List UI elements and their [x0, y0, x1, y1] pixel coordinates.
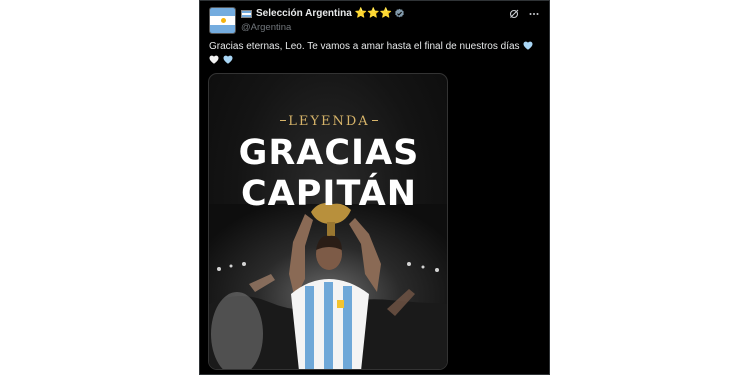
name-row: Selección Argentina ⭐⭐⭐ — [241, 7, 509, 20]
white-heart-icon — [209, 55, 219, 64]
tweet-text: Gracias eternas, Leo. Te vamos a amar ha… — [209, 40, 545, 68]
media-kicker: LEYENDA — [209, 114, 447, 129]
light-blue-heart-icon — [223, 55, 233, 64]
tweet-text-body: Gracias eternas, Leo. Te vamos a amar ha… — [209, 41, 520, 52]
media-headline-1: GRACIAS — [238, 133, 420, 173]
verified-badge-icon — [395, 8, 404, 18]
tweet-header: Selección Argentina ⭐⭐⭐ @Argentina — [241, 7, 509, 33]
display-name[interactable]: Selección Argentina — [256, 8, 352, 19]
light-blue-heart-icon — [523, 41, 533, 50]
tweet-card: Selección Argentina ⭐⭐⭐ @Argentina Graci… — [199, 0, 550, 375]
grok-icon[interactable] — [508, 8, 520, 20]
media-headline-2: CAPITÁN — [241, 174, 417, 214]
tweet-media-image[interactable]: LEYENDA GRACIAS CAPITÁN — [208, 73, 448, 370]
argentina-flag-icon — [241, 9, 252, 18]
tweet-actions-top — [508, 8, 540, 20]
more-icon[interactable] — [528, 8, 540, 20]
stars-emoji: ⭐⭐⭐ — [354, 8, 393, 19]
avatar[interactable] — [209, 7, 236, 34]
user-handle[interactable]: @Argentina — [241, 22, 509, 33]
